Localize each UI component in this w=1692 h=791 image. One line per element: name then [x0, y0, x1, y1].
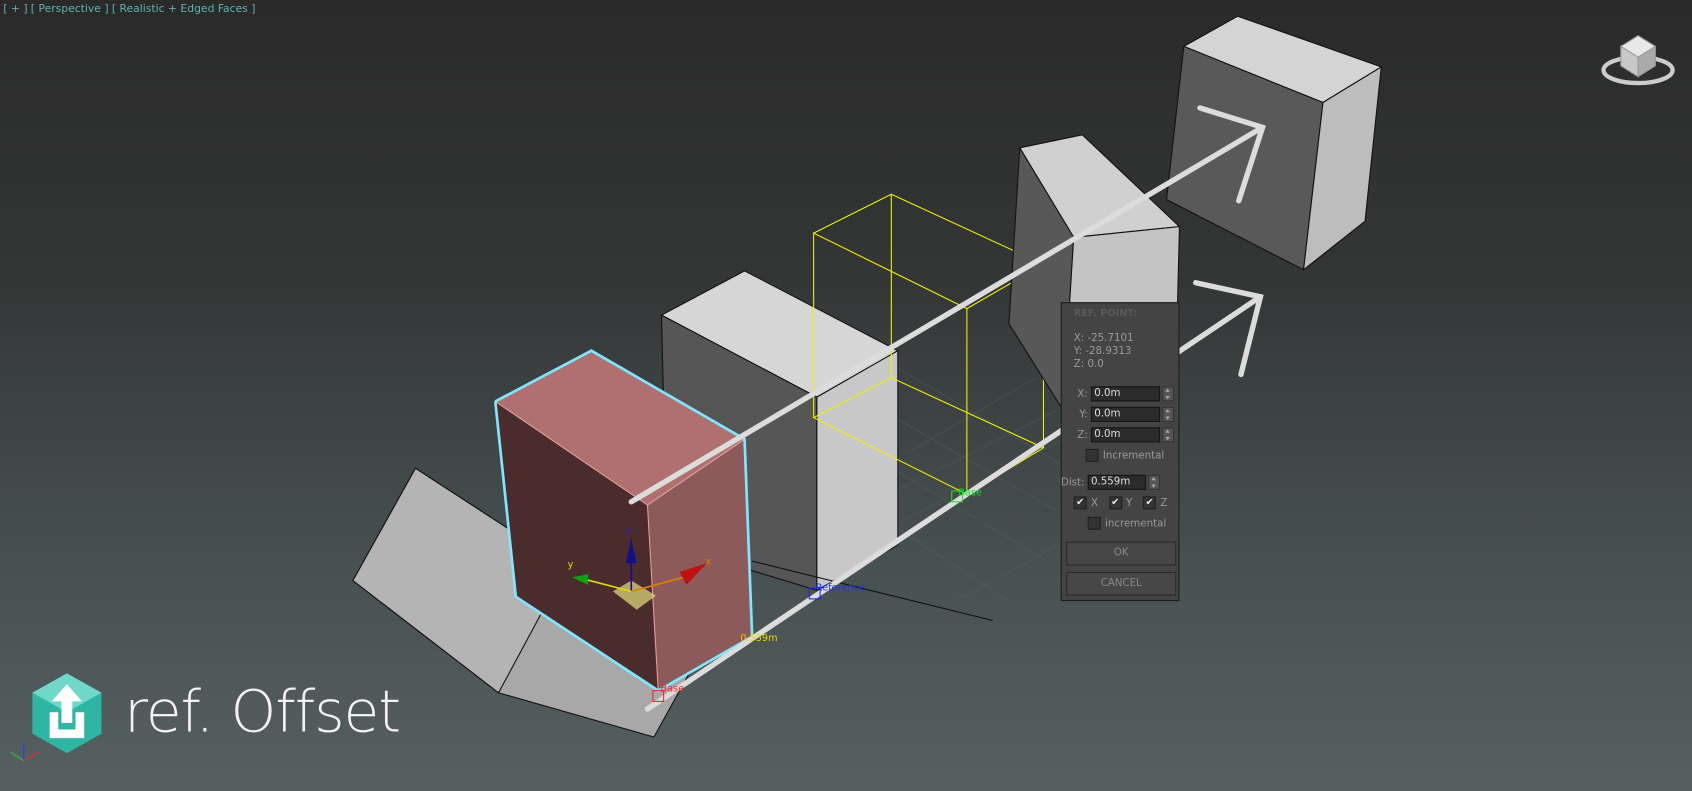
x-label: X: [1077, 387, 1088, 400]
x-offset-input[interactable]: 0.0m [1090, 386, 1161, 402]
y-offset-input[interactable]: 0.0m [1090, 406, 1161, 422]
checkbox-icon[interactable] [1085, 448, 1099, 462]
dist-input[interactable]: 0.559m [1087, 474, 1147, 490]
scene-3d[interactable] [0, 0, 1692, 791]
dist-spinner[interactable] [1148, 474, 1161, 490]
dialog-title: REF. POINT: [1073, 308, 1138, 320]
axis-z-label: Z [1160, 496, 1168, 509]
view-type-menu[interactable]: [ Perspective ] [31, 3, 109, 15]
dist-label: Dist: [1060, 476, 1085, 489]
cancel-button[interactable]: CANCEL [1066, 571, 1177, 596]
incremental-2-checkbox[interactable]: incremental [1087, 516, 1167, 530]
incremental-2-label: incremental [1104, 517, 1167, 530]
check-icon[interactable]: ✔ [1143, 496, 1157, 510]
reference-label: Reference [815, 582, 865, 594]
logo-icon [32, 673, 102, 754]
check-icon[interactable]: ✔ [1108, 496, 1122, 510]
x-spinner[interactable] [1162, 386, 1175, 402]
axis-checkboxes: ✔ X ✔ Y ✔ Z [1073, 496, 1168, 510]
base-label-green: Base [958, 487, 982, 499]
z-field-row: Z: 0.0m [1062, 427, 1175, 443]
y-label: Y: [1079, 408, 1088, 421]
distance-label: 0.559m [740, 633, 778, 645]
box-5[interactable] [1165, 15, 1383, 272]
readout-z: Z: 0.0 [1073, 358, 1104, 371]
axis-y-label: Y [1126, 496, 1133, 509]
incremental-checkbox[interactable]: Incremental [1085, 448, 1165, 462]
viewport-labels: [ + ] [ Perspective ][ Realistic + Edged … [3, 3, 259, 15]
shading-menu[interactable]: [ Realistic + Edged Faces ] [112, 3, 256, 15]
viewcube[interactable] [1601, 34, 1675, 86]
axis-x-label: X [1090, 496, 1099, 509]
checkbox-icon[interactable] [1087, 516, 1101, 530]
y-field-row: Y: 0.0m [1062, 406, 1175, 422]
z-offset-input[interactable]: 0.0m [1090, 427, 1161, 443]
y-spinner[interactable] [1162, 406, 1175, 422]
dist-field-row: Dist: 0.559m [1047, 474, 1161, 490]
brand-title: ref. Offset [124, 677, 401, 746]
readout-y: Y: -28.9313 [1073, 345, 1132, 358]
readout-x: X: -25.7101 [1073, 332, 1134, 345]
gizmo-x-label: x [705, 556, 712, 568]
x-field-row: X: 0.0m [1062, 386, 1175, 402]
check-icon[interactable]: ✔ [1073, 496, 1087, 510]
gizmo-y-label: y [567, 560, 574, 571]
z-label: Z: [1077, 428, 1088, 441]
ok-button[interactable]: OK [1066, 541, 1177, 566]
z-spinner[interactable] [1162, 427, 1175, 443]
base-label-red: Base [660, 684, 685, 695]
incremental-label: Incremental [1102, 449, 1165, 462]
ref-point-dialog: REF. POINT: X: -25.7101 Y: -28.9313 Z: 0… [1060, 302, 1180, 602]
viewport[interactable]: [ + ] [ Perspective ][ Realistic + Edged … [0, 0, 1692, 791]
viewport-menu-button[interactable]: [ + ] [3, 3, 27, 15]
gizmo-z-label: z [625, 526, 631, 538]
axis-tripod [10, 742, 40, 762]
